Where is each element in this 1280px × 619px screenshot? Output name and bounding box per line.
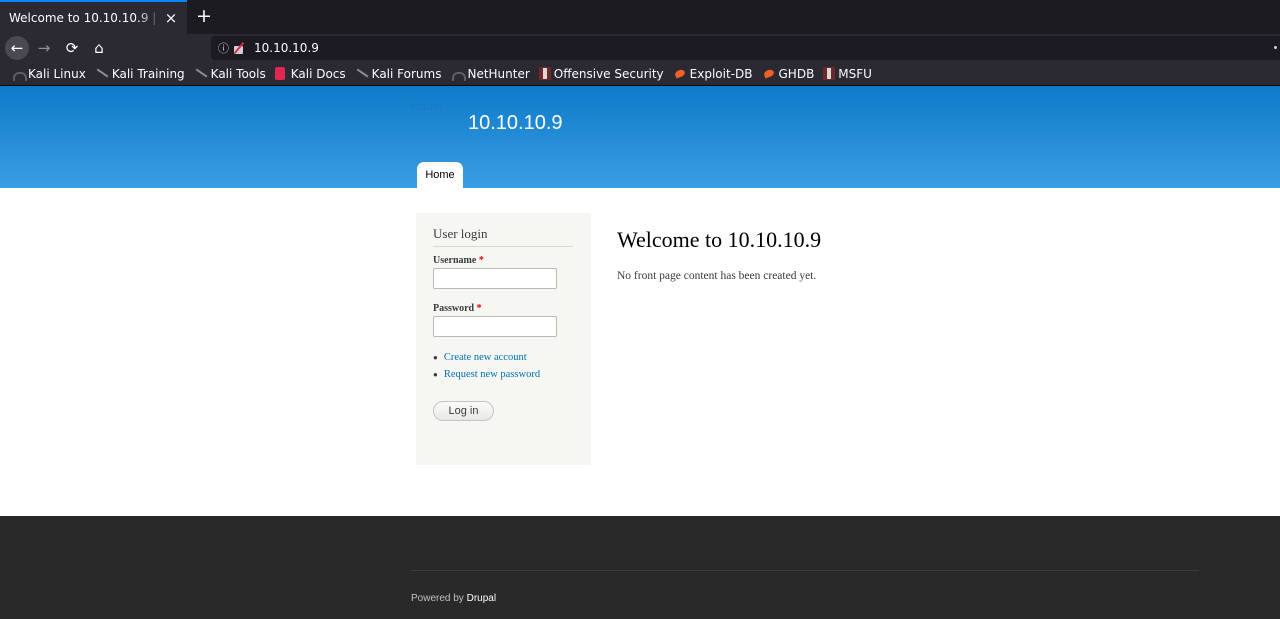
url-text[interactable]: 10.10.10.9 [254, 41, 319, 55]
home-icon[interactable]: ⌂ [87, 36, 111, 60]
offsec-icon [823, 67, 836, 80]
bookmark-kali-tools[interactable]: Kali Tools [194, 67, 266, 81]
bookmark-label: Kali Forums [371, 66, 442, 81]
page-text: No front page content has been created y… [617, 270, 817, 282]
site-footer: Powered by Drupal [0, 516, 1280, 619]
bookmark-msfu[interactable]: MSFU [823, 67, 872, 81]
insecure-lock-icon[interactable] [232, 41, 246, 55]
bookmarks-toolbar: Kali Linux Kali Training Kali Tools Kali… [0, 62, 1280, 86]
bookmark-kali-docs[interactable]: Kali Docs [274, 66, 346, 81]
drupal-link[interactable]: Drupal [467, 593, 496, 604]
bookmark-label: GHDB [778, 66, 815, 81]
password-label-text: Password [433, 303, 475, 314]
list-item: ● Create new account [433, 351, 574, 364]
browser-tab-bar: Welcome to 10.10.10.9 | 10.10.10.9 × + [0, 0, 1280, 34]
bookmark-label: Kali Tools [210, 66, 266, 81]
bullet-icon: ● [433, 353, 438, 362]
footer-divider [411, 570, 1199, 571]
forward-arrow-icon[interactable]: → [32, 36, 56, 60]
doc-icon [274, 67, 285, 80]
bookmark-label: NetHunter [467, 66, 530, 81]
tab-title: Welcome to 10.10.10.9 | 10.10.10.9 [9, 11, 161, 25]
overflow-dot-icon [1274, 46, 1277, 49]
create-account-link[interactable]: Create new account [444, 352, 527, 363]
kali-icon [11, 67, 27, 81]
bookmark-ghdb[interactable]: GHDB [762, 67, 815, 81]
bookmark-label: Kali Linux [28, 66, 86, 81]
required-mark: * [476, 303, 482, 314]
bookmark-kali-forums[interactable]: Kali Forums [355, 67, 442, 81]
login-links: ● Create new account ● Request new passwor… [433, 351, 574, 381]
kali-icon [450, 67, 467, 81]
bookmark-offensive-security[interactable]: Offensive Security [538, 66, 664, 81]
browser-nav-bar: ← → ⟳ ⌂ ⓘ 10.10.10.9 [0, 34, 1280, 62]
close-icon[interactable]: × [163, 9, 179, 27]
password-input[interactable] [433, 316, 557, 337]
site-name[interactable]: 10.10.10.9 [468, 112, 563, 135]
block-title: User login [433, 226, 573, 247]
dragon-icon [194, 67, 208, 80]
username-input[interactable] [433, 268, 557, 289]
bookmark-label: MSFU [838, 66, 872, 81]
user-login-block: User login Username * Password * ● Create… [416, 213, 591, 465]
bookmark-nethunter[interactable]: NetHunter [450, 66, 530, 81]
bookmark-exploit-db[interactable]: Exploit-DB [673, 67, 753, 81]
tab-home[interactable]: Home [417, 162, 463, 188]
back-arrow-icon[interactable]: ← [5, 36, 29, 60]
powered-by: Powered by Drupal [411, 593, 496, 604]
breadcrumb-home-link[interactable]: Home [411, 99, 443, 113]
exploit-db-icon [673, 67, 687, 80]
page-title: Welcome to 10.10.10.9 [617, 227, 822, 252]
active-tab[interactable]: Welcome to 10.10.10.9 | 10.10.10.9 × [0, 0, 187, 34]
dragon-icon [355, 67, 369, 80]
username-label: Username * [433, 255, 574, 266]
bookmark-label: Kali Training [111, 66, 185, 81]
bookmark-kali-training[interactable]: Kali Training [95, 67, 185, 81]
offsec-icon [538, 67, 551, 80]
login-button[interactable]: Log in [433, 401, 494, 421]
exploit-db-icon [762, 67, 776, 80]
bookmark-kali-linux[interactable]: Kali Linux [11, 67, 86, 81]
url-bar[interactable]: ⓘ 10.10.10.9 [211, 36, 1280, 60]
bookmark-label: Offensive Security [553, 66, 664, 81]
new-tab-icon[interactable]: + [195, 5, 213, 27]
dragon-icon [95, 67, 109, 80]
powered-by-text: Powered by [411, 593, 467, 604]
bullet-icon: ● [433, 370, 438, 379]
request-password-link[interactable]: Request new password [444, 369, 540, 380]
bookmark-label: Kali Docs [290, 66, 346, 81]
required-mark: * [478, 255, 484, 266]
reload-icon[interactable]: ⟳ [60, 36, 84, 60]
bookmark-label: Exploit-DB [689, 66, 753, 81]
list-item: ● Request new password [433, 368, 574, 381]
password-label: Password * [433, 303, 574, 314]
username-label-text: Username [433, 255, 477, 266]
site-header: Home 10.10.10.9 Home [0, 86, 1280, 188]
info-icon[interactable]: ⓘ [218, 40, 232, 56]
